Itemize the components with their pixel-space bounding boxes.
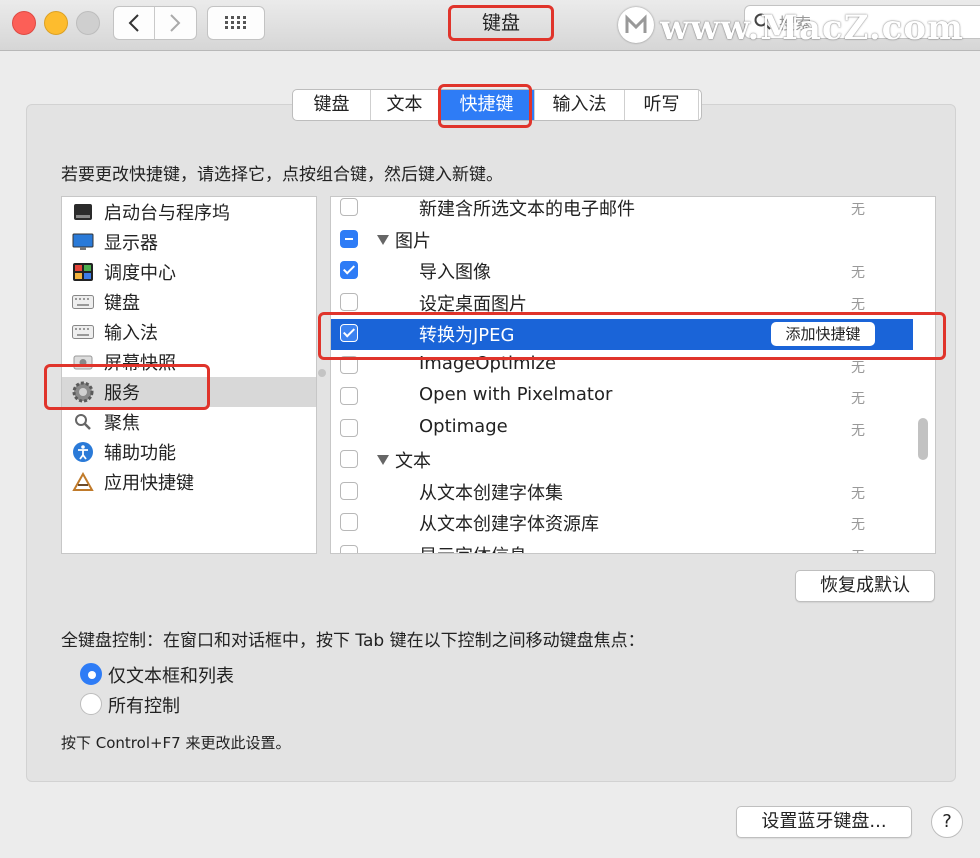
category-label: 键盘	[104, 293, 140, 314]
service-checkbox[interactable]	[340, 544, 358, 553]
app-shortcuts-icon	[72, 472, 94, 492]
category-item[interactable]: 显示器	[62, 227, 316, 257]
shortcut-value: 无	[851, 517, 865, 533]
shortcut-value: 无	[851, 265, 865, 281]
shortcut-list: 新建含所选文本的电子邮件无图片 导入图像无设定桌面图片无转换为JPEG 添加快捷键 I…	[330, 196, 936, 554]
window-title: 键盘	[448, 5, 554, 41]
radio-all-controls-label: 所有控制	[108, 696, 180, 717]
show-all-button[interactable]	[207, 6, 265, 40]
input-keyboard-icon	[72, 322, 94, 342]
category-label: 辅助功能	[104, 443, 176, 464]
service-checkbox[interactable]	[340, 229, 358, 248]
service-checkbox[interactable]	[340, 261, 358, 279]
shortcut-value: 无	[851, 422, 865, 439]
category-label: 输入法	[104, 323, 158, 344]
tab-bar: 键盘 文本 快捷键 输入法 听写	[292, 84, 702, 128]
service-row[interactable]: 从文本创建字体集 无	[331, 477, 913, 508]
category-item[interactable]: 辅助功能	[62, 437, 316, 467]
service-label: 导入图像	[419, 262, 491, 283]
control-f7-note: 按下 Control+F7 来更改此设置。	[61, 734, 291, 752]
service-row[interactable]: 导入图像 无	[331, 256, 913, 287]
category-label: 调度中心	[104, 263, 176, 284]
services-highlight	[44, 364, 210, 410]
spotlight-icon	[72, 412, 94, 432]
help-button[interactable]: ?	[931, 806, 963, 838]
service-checkbox[interactable]	[340, 513, 358, 531]
minimize-button[interactable]	[44, 11, 68, 35]
keyboard-icon	[72, 292, 94, 312]
category-label: 启动台与程序坞	[104, 203, 230, 224]
service-row[interactable]: Optimage 无	[331, 414, 913, 445]
full-keyboard-access-label: 全键盘控制：在窗口和对话框中，按下 Tab 键在以下控制之间移动键盘焦点：	[61, 631, 645, 651]
service-label: 新建含所选文本的电子邮件	[419, 199, 635, 220]
service-row[interactable]: 从文本创建字体资源库 无	[331, 508, 913, 539]
split-handle[interactable]	[318, 369, 326, 377]
service-checkbox[interactable]	[340, 418, 358, 437]
back-button[interactable]	[114, 7, 155, 39]
shortcut-value: 无	[851, 391, 865, 407]
zoom-button[interactable]	[76, 11, 100, 35]
selected-row-highlight	[318, 312, 946, 360]
accessibility-icon	[72, 442, 94, 462]
service-checkbox[interactable]	[340, 198, 358, 216]
close-button[interactable]	[12, 11, 36, 35]
display-icon	[72, 232, 94, 252]
category-item[interactable]: 应用快捷键	[62, 467, 316, 497]
service-label: Optimage	[419, 415, 508, 437]
tab-3[interactable]: 输入法	[535, 90, 625, 120]
radio-text-and-lists[interactable]	[80, 663, 102, 685]
service-group-row[interactable]: 图片	[331, 225, 913, 256]
category-label: 显示器	[104, 233, 158, 254]
category-item[interactable]: 启动台与程序坞	[62, 197, 316, 227]
list-scrollbar[interactable]	[918, 418, 928, 460]
setup-bluetooth-keyboard-button[interactable]: 设置蓝牙键盘...	[736, 806, 912, 838]
category-item[interactable]: 调度中心	[62, 257, 316, 287]
tab-4[interactable]: 听写	[625, 90, 699, 120]
shortcut-value: 无	[851, 202, 865, 218]
service-checkbox[interactable]	[340, 387, 358, 405]
tab-highlight	[438, 84, 532, 128]
category-item[interactable]: 键盘	[62, 287, 316, 317]
service-label: 文本	[395, 451, 431, 472]
reset-defaults-button[interactable]: 恢复成默认	[795, 570, 935, 602]
category-item[interactable]: 聚焦	[62, 407, 316, 437]
dock-icon	[72, 202, 94, 222]
watermark: www.MacZ.com	[660, 8, 965, 48]
service-label: 图片	[395, 230, 431, 252]
mission-control-icon	[72, 262, 94, 282]
disclosure-triangle-icon[interactable]	[377, 455, 389, 465]
watermark-logo-icon	[618, 7, 654, 43]
grid-icon	[225, 16, 246, 29]
tab-0[interactable]: 键盘	[293, 90, 371, 120]
shortcut-value: 无	[851, 546, 865, 554]
tab-1[interactable]: 文本	[371, 90, 439, 120]
shortcut-value: 无	[851, 485, 865, 502]
service-group-row[interactable]: 文本	[331, 445, 913, 476]
radio-text-and-lists-label: 仅文本框和列表	[108, 666, 234, 687]
category-item[interactable]: 输入法	[62, 317, 316, 347]
instruction-text: 若要更改快捷键，请选择它，点按组合键，然后键入新键。	[61, 165, 503, 185]
service-row[interactable]: 新建含所选文本的电子邮件 无	[331, 197, 913, 224]
service-row[interactable]: 显示字体信息 无	[331, 540, 913, 554]
service-checkbox[interactable]	[340, 481, 358, 500]
service-checkbox[interactable]	[340, 292, 358, 311]
chevron-left-icon	[128, 14, 139, 32]
service-label: 从文本创建字体资源库	[419, 514, 599, 535]
service-label: 从文本创建字体集	[419, 482, 563, 504]
service-row[interactable]: Open with Pixelmator 无	[331, 382, 913, 413]
nav-buttons	[113, 6, 197, 40]
category-label: 应用快捷键	[104, 473, 194, 494]
forward-button[interactable]	[155, 7, 195, 39]
shortcut-value: 无	[851, 296, 865, 313]
category-label: 聚焦	[104, 413, 140, 434]
disclosure-triangle-icon[interactable]	[377, 234, 389, 245]
radio-all-controls[interactable]	[80, 693, 102, 715]
chevron-right-icon	[170, 14, 181, 32]
service-label: 显示字体信息	[419, 542, 527, 554]
service-label: Open with Pixelmator	[419, 384, 613, 405]
service-checkbox[interactable]	[340, 450, 358, 468]
